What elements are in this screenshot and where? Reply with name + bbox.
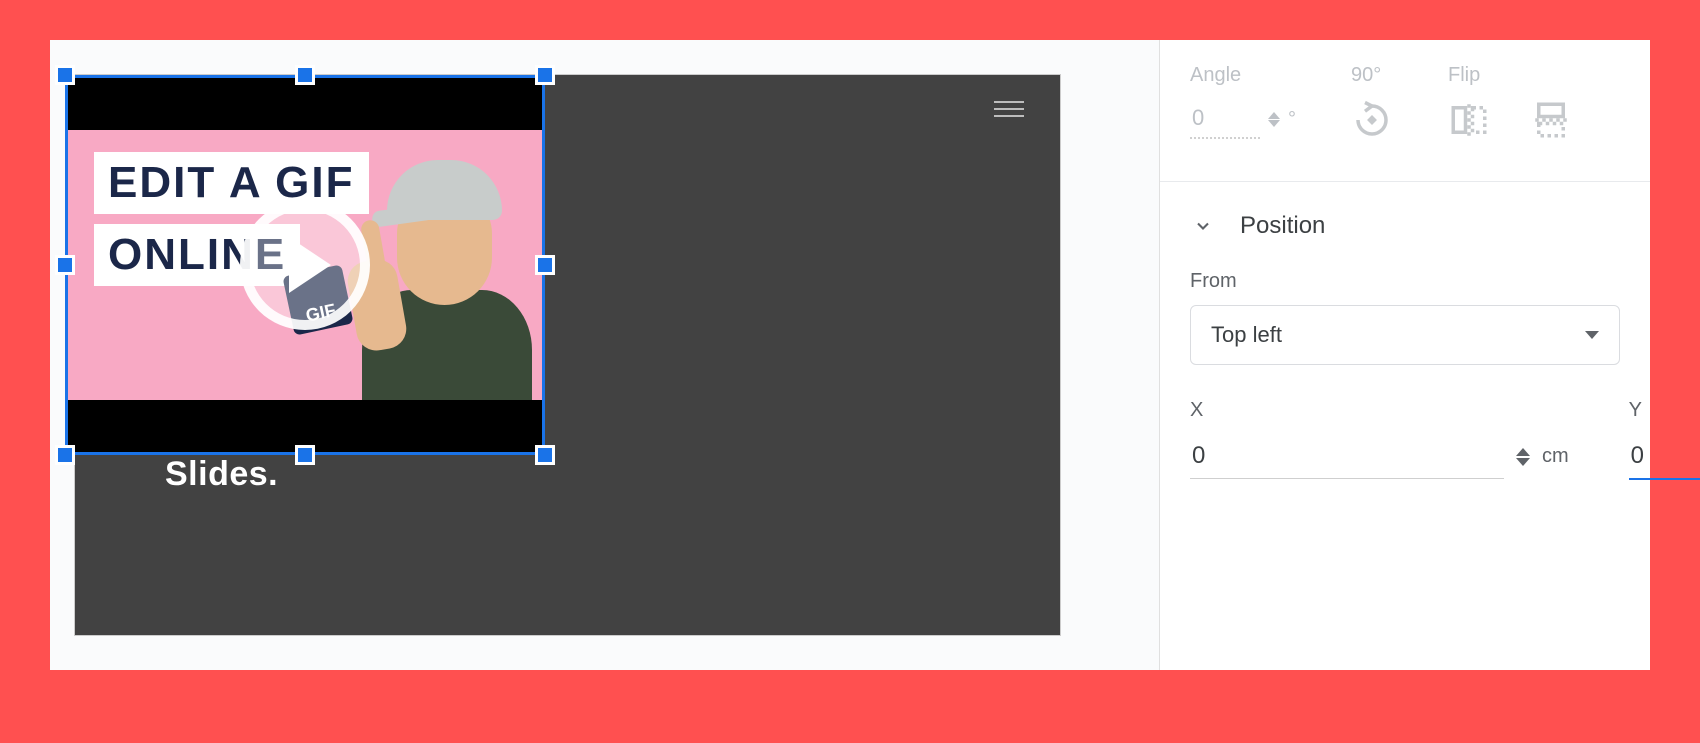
resize-handle-mr[interactable] xyxy=(535,255,555,275)
position-title: Position xyxy=(1240,212,1325,240)
slide[interactable]: Slides. EDIT A GIF ONLINE GIF xyxy=(75,75,1060,635)
x-stepper[interactable] xyxy=(1516,448,1530,466)
rotation-section: Angle ° 90° Flip xyxy=(1160,40,1650,182)
rotate-90-label: 90° xyxy=(1351,64,1381,87)
from-label: From xyxy=(1190,270,1620,293)
resize-handle-bl[interactable] xyxy=(55,445,75,465)
selection-outline xyxy=(65,75,545,455)
y-input[interactable] xyxy=(1629,434,1700,480)
resize-handle-tr[interactable] xyxy=(535,65,555,85)
selected-video-object[interactable]: EDIT A GIF ONLINE GIF xyxy=(65,75,545,455)
x-unit: cm xyxy=(1542,445,1569,468)
canvas-area: Slides. EDIT A GIF ONLINE GIF xyxy=(50,40,1160,670)
slide-body-text: Slides. xyxy=(165,455,278,494)
hamburger-icon[interactable] xyxy=(994,101,1024,117)
app-frame: Slides. EDIT A GIF ONLINE GIF xyxy=(50,40,1650,670)
from-value: Top left xyxy=(1211,322,1282,348)
angle-stepper xyxy=(1268,112,1280,127)
rotate-90-icon xyxy=(1351,99,1393,141)
dropdown-caret-icon xyxy=(1585,331,1599,339)
resize-handle-tl[interactable] xyxy=(55,65,75,85)
from-dropdown[interactable]: Top left xyxy=(1190,305,1620,365)
position-section-body: From Top left X cm Y xyxy=(1160,260,1650,510)
resize-handle-tm[interactable] xyxy=(295,65,315,85)
resize-handle-br[interactable] xyxy=(535,445,555,465)
format-panel: Angle ° 90° Flip xyxy=(1160,40,1650,670)
flip-horizontal-icon xyxy=(1448,99,1490,141)
angle-input xyxy=(1190,99,1260,139)
y-label: Y xyxy=(1629,399,1700,422)
angle-label: Angle xyxy=(1190,64,1241,87)
x-input[interactable] xyxy=(1190,434,1504,479)
flip-label: Flip xyxy=(1448,64,1480,87)
resize-handle-bm[interactable] xyxy=(295,445,315,465)
degree-symbol: ° xyxy=(1288,108,1296,131)
position-section-header[interactable]: Position xyxy=(1160,182,1650,260)
chevron-down-icon xyxy=(1190,213,1216,239)
flip-vertical-icon xyxy=(1530,99,1572,141)
x-label: X xyxy=(1190,399,1569,422)
resize-handle-ml[interactable] xyxy=(55,255,75,275)
